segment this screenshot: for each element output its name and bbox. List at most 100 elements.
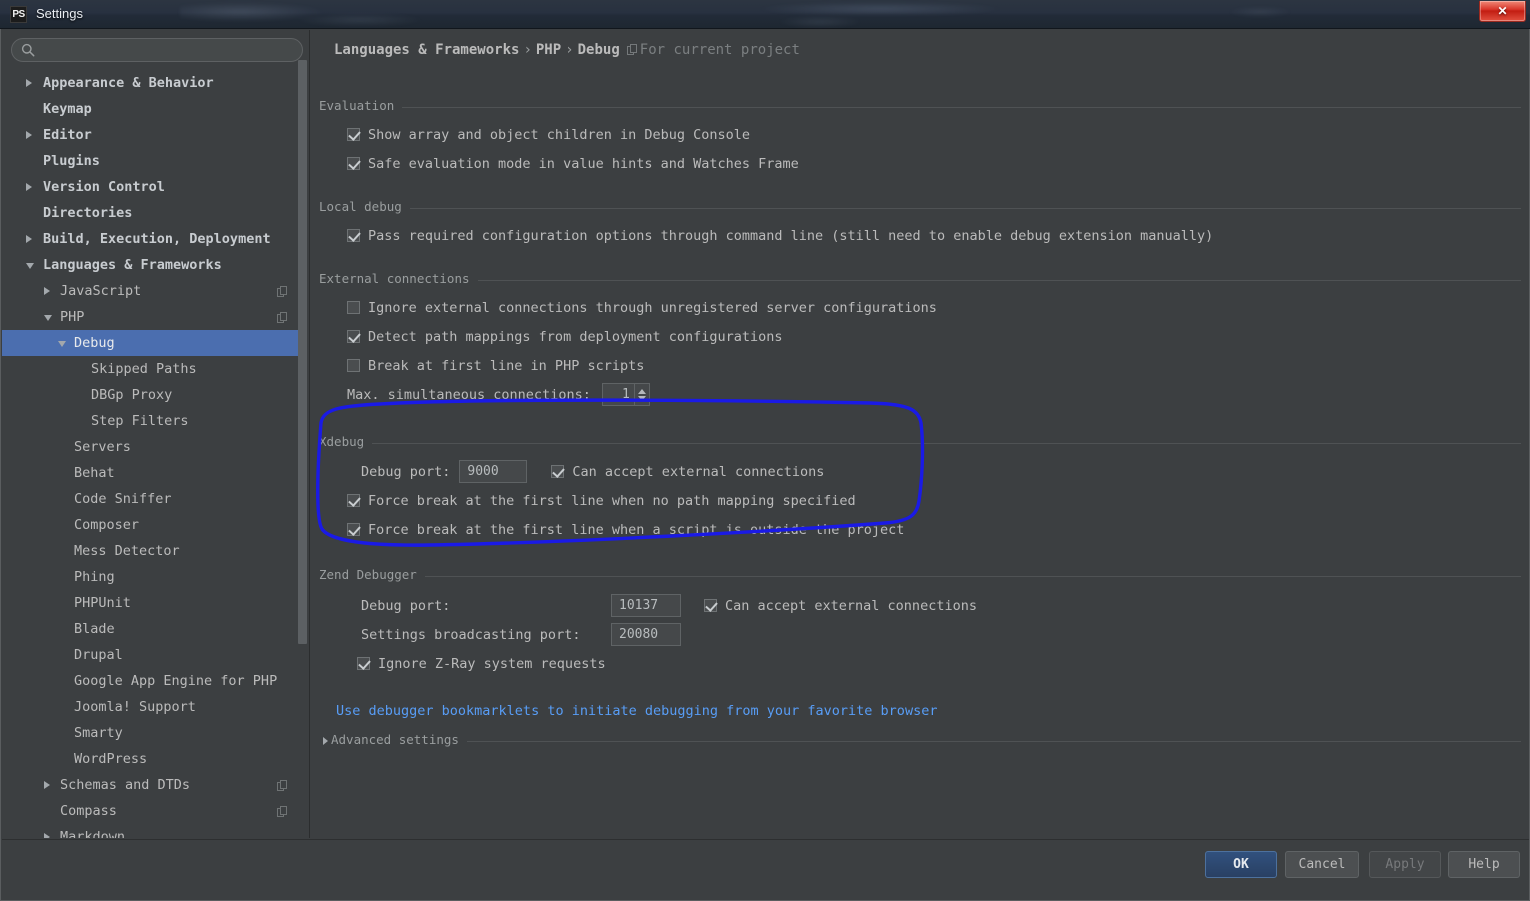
chevron-right-icon[interactable] — [44, 833, 50, 838]
checkbox-zend-can-accept-external[interactable] — [704, 599, 717, 612]
chevron-down-icon[interactable] — [26, 263, 34, 269]
checkbox-break-at-first-line[interactable] — [347, 359, 360, 372]
chevron-right-icon[interactable] — [44, 781, 50, 789]
sidebar-item-keymap[interactable]: Keymap — [2, 96, 302, 122]
checkbox-row[interactable]: Ignore external connections through unre… — [347, 293, 1521, 322]
checkbox-row[interactable]: Pass required configuration options thro… — [347, 221, 1521, 250]
sidebar-item-label: Code Sniffer — [74, 491, 172, 507]
bookmarklets-link[interactable]: Use debugger bookmarklets to initiate de… — [336, 703, 937, 719]
sidebar-item-code-sniffer[interactable]: Code Sniffer — [2, 486, 302, 512]
desktop-blur-decoration — [180, 0, 1380, 29]
sidebar-item-phing[interactable]: Phing — [2, 564, 302, 590]
copy-settings-icon[interactable] — [277, 286, 288, 297]
checkbox-ignore-zray-requests[interactable] — [357, 657, 370, 670]
xdebug-port-row: Debug port: Can accept external connecti… — [347, 457, 1521, 486]
chevron-right-icon[interactable] — [26, 183, 32, 191]
checkbox-force-break-no-path-mapping[interactable] — [347, 494, 360, 507]
checkbox-row[interactable]: Force break at the first line when no pa… — [347, 486, 1521, 515]
zend-port-row: Debug port: Can accept external connecti… — [347, 591, 1521, 620]
sidebar-item-wordpress[interactable]: WordPress — [2, 746, 302, 772]
sidebar-item-markdown[interactable]: Markdown — [2, 824, 302, 838]
max-connections-input[interactable] — [602, 384, 634, 405]
sidebar-item-mess-detector[interactable]: Mess Detector — [2, 538, 302, 564]
sidebar-item-skipped-paths[interactable]: Skipped Paths — [2, 356, 302, 382]
sidebar-item-php[interactable]: PHP — [2, 304, 302, 330]
sidebar-item-phpunit[interactable]: PHPUnit — [2, 590, 302, 616]
sidebar-item-label: Schemas and DTDs — [60, 777, 191, 793]
copy-settings-icon[interactable] — [277, 312, 288, 323]
help-button[interactable]: Help — [1448, 851, 1520, 878]
checkbox-label: Force break at the first line when a scr… — [368, 521, 905, 538]
chevron-right-icon[interactable] — [323, 737, 328, 745]
chevron-down-icon[interactable] — [58, 341, 66, 347]
search-input[interactable] — [11, 38, 303, 62]
checkbox-detect-path-mappings[interactable] — [347, 330, 360, 343]
sidebar-item-step-filters[interactable]: Step Filters — [2, 408, 302, 434]
chevron-right-icon[interactable] — [26, 131, 32, 139]
sidebar-item-servers[interactable]: Servers — [2, 434, 302, 460]
sidebar-item-appearance-behavior[interactable]: Appearance & Behavior — [2, 70, 302, 96]
sidebar-item-label: Drupal — [74, 647, 123, 663]
sidebar-item-composer[interactable]: Composer — [2, 512, 302, 538]
sidebar-item-google-app-engine-for-php[interactable]: Google App Engine for PHP — [2, 668, 302, 694]
checkbox-row[interactable]: Safe evaluation mode in value hints and … — [347, 149, 1521, 178]
sidebar-item-debug[interactable]: Debug — [2, 330, 302, 356]
checkbox-pass-required-config[interactable] — [347, 229, 360, 242]
sidebar-item-behat[interactable]: Behat — [2, 460, 302, 486]
breadcrumb-part-2[interactable]: PHP — [536, 42, 561, 58]
sidebar-item-drupal[interactable]: Drupal — [2, 642, 302, 668]
sidebar-item-compass[interactable]: Compass — [2, 798, 302, 824]
cancel-button[interactable]: Cancel — [1285, 851, 1359, 878]
sidebar-item-label: Skipped Paths — [91, 361, 197, 377]
copy-settings-icon[interactable] — [277, 806, 288, 817]
close-icon[interactable]: ✕ — [1479, 1, 1526, 22]
sidebar-item-languages-frameworks[interactable]: Languages & Frameworks — [2, 252, 302, 278]
settings-window: PS Settings ✕ Appearance & Behavior Keyma… — [0, 0, 1530, 901]
sidebar-item-build-execution-deployment[interactable]: Build, Execution, Deployment — [2, 226, 302, 252]
section-title-external-connections: External connections — [319, 271, 1521, 289]
copy-settings-icon[interactable] — [277, 780, 288, 791]
stepper-up-icon[interactable] — [637, 388, 646, 394]
checkbox-row[interactable]: Show array and object children in Debug … — [347, 120, 1521, 149]
checkbox-row[interactable]: Break at first line in PHP scripts — [347, 351, 1521, 380]
breadcrumb-part-1[interactable]: Languages & Frameworks — [334, 42, 519, 58]
section-evaluation: Evaluation Show array and object childre… — [319, 98, 1521, 178]
sidebar-item-version-control[interactable]: Version Control — [2, 174, 302, 200]
stepper-down-icon[interactable] — [637, 395, 646, 401]
zend-broadcast-port-input[interactable] — [611, 623, 681, 646]
sidebar-item-editor[interactable]: Editor — [2, 122, 302, 148]
sidebar-item-schemas-and-dtds[interactable]: Schemas and DTDs — [2, 772, 302, 798]
checkbox-force-break-outside-project[interactable] — [347, 523, 360, 536]
zend-debug-port-input[interactable] — [611, 594, 681, 617]
checkbox-label: Show array and object children in Debug … — [368, 126, 751, 143]
checkbox-xdebug-can-accept-external[interactable] — [551, 465, 565, 478]
sidebar-item-smarty[interactable]: Smarty — [2, 720, 302, 746]
stepper-arrows[interactable] — [633, 384, 649, 405]
chevron-right-icon[interactable] — [26, 235, 32, 243]
sidebar-item-blade[interactable]: Blade — [2, 616, 302, 642]
ok-button[interactable]: OK — [1205, 851, 1277, 878]
search-box — [11, 38, 303, 62]
checkbox-row[interactable]: Force break at the first line when a scr… — [347, 515, 1521, 544]
sidebar-item-plugins[interactable]: Plugins — [2, 148, 302, 174]
checkbox-ignore-external-connections[interactable] — [347, 301, 360, 314]
sidebar-item-joomla-support[interactable]: Joomla! Support — [2, 694, 302, 720]
chevron-right-icon[interactable] — [26, 79, 32, 87]
checkbox-show-array-children[interactable] — [347, 128, 360, 141]
sidebar-item-dbgp-proxy[interactable]: DBGp Proxy — [2, 382, 302, 408]
chevron-right-icon[interactable] — [44, 287, 50, 295]
section-zend-debugger: Zend Debugger Debug port: Can accept ext… — [319, 567, 1521, 678]
max-connections-stepper[interactable] — [601, 383, 650, 406]
checkbox-row[interactable]: Detect path mappings from deployment con… — [347, 322, 1521, 351]
chevron-down-icon[interactable] — [44, 315, 52, 321]
checkbox-safe-evaluation-mode[interactable] — [347, 157, 360, 170]
section-advanced-settings[interactable]: Advanced settings — [319, 732, 1521, 750]
sidebar-scrollbar-thumb[interactable] — [298, 60, 307, 644]
sidebar-item-directories[interactable]: Directories — [2, 200, 302, 226]
zend-broadcast-port-label: Settings broadcasting port: — [361, 626, 581, 643]
sidebar-item-javascript[interactable]: JavaScript — [2, 278, 302, 304]
breadcrumb-separator-1: › — [523, 42, 532, 58]
section-title-advanced-settings[interactable]: Advanced settings — [319, 732, 1521, 750]
checkbox-row[interactable]: Ignore Z-Ray system requests — [347, 649, 1521, 678]
xdebug-debug-port-input[interactable] — [459, 460, 528, 483]
